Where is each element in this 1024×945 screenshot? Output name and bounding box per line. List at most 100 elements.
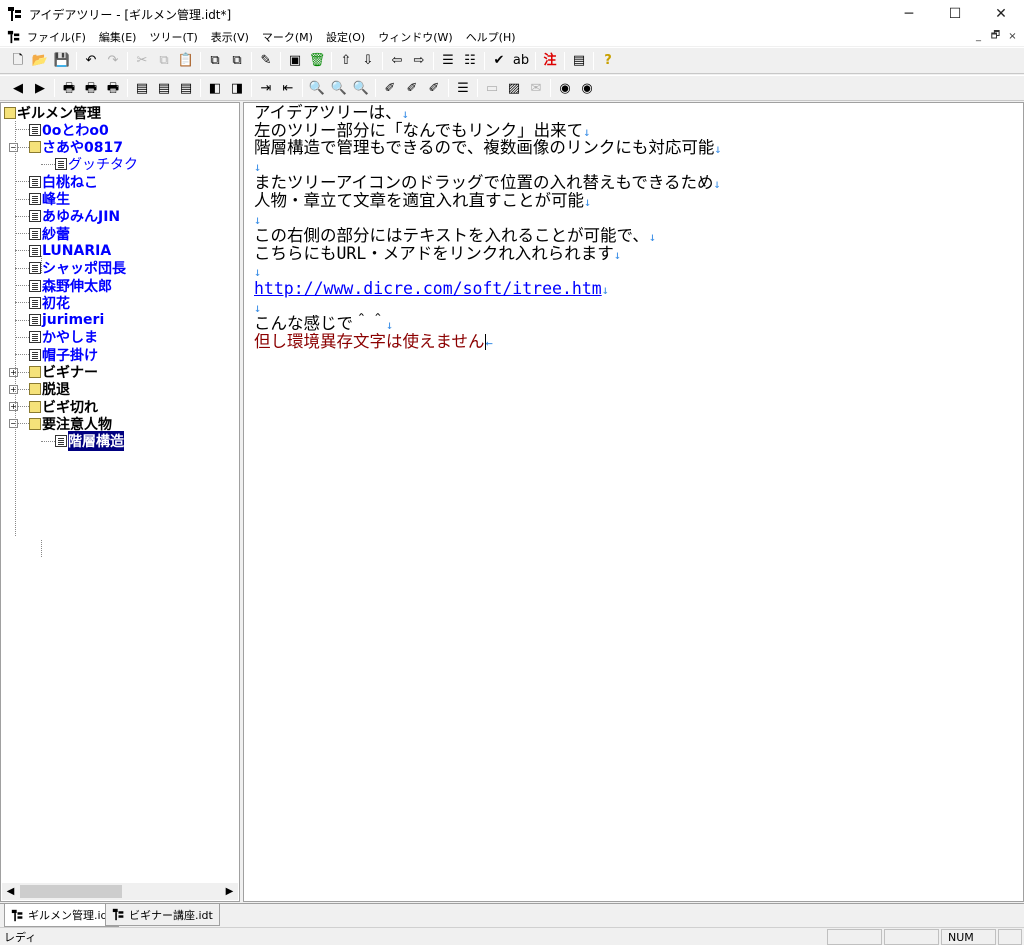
search-prev-icon[interactable]: 🔍 (350, 77, 372, 99)
move-right-icon[interactable]: ⇨ (408, 50, 430, 72)
web-link-icon[interactable]: ◉ (576, 77, 598, 99)
scroll-left-icon[interactable]: ◀ (2, 883, 19, 900)
search-next-icon[interactable]: 🔍 (328, 77, 350, 99)
tree-node[interactable]: 帽子掛け (29, 346, 98, 364)
window-icon[interactable]: ▤ (568, 50, 590, 72)
document-icon (29, 123, 41, 136)
menu-file[interactable]: ファイル(F) (27, 29, 86, 45)
menu-tree[interactable]: ツリー(T) (149, 29, 197, 45)
mdi-close-button[interactable]: × (1005, 29, 1020, 43)
menu-settings[interactable]: 設定(O) (326, 29, 365, 45)
menu-window[interactable]: ウィンドウ(W) (378, 29, 452, 45)
forward-icon[interactable]: ▶ (29, 77, 51, 99)
tree-node[interactable]: 森野伸太郎 (29, 277, 112, 295)
app-icon[interactable] (7, 6, 23, 22)
save-icon[interactable]: 💾 (51, 50, 73, 72)
tree-node[interactable]: ビギナー (29, 364, 98, 381)
tree-expander[interactable]: − (9, 419, 18, 429)
url-link[interactable]: http://www.dicre.com/soft/itree.htm (254, 279, 602, 298)
tree-node[interactable]: jurimeri (29, 312, 104, 329)
tree-expander[interactable]: + (9, 367, 18, 377)
cut-icon[interactable]: ✂ (131, 50, 153, 72)
menu-mark[interactable]: マーク(M) (262, 29, 313, 45)
tree-node[interactable]: 脱退 (29, 381, 70, 398)
layout-vertical-icon[interactable]: ◨ (226, 77, 248, 99)
close-button[interactable]: ✕ (978, 0, 1024, 28)
tree-node[interactable]: 初花 (29, 294, 70, 312)
search-icon[interactable]: 🔍 (306, 77, 328, 99)
view-tree-icon[interactable]: ▤ (131, 77, 153, 99)
print-preview-icon[interactable]: 🖶 (80, 77, 102, 99)
copy-node-icon[interactable]: ⧉ (204, 50, 226, 72)
paste-node-icon[interactable]: ⧉ (226, 50, 248, 72)
check-icon[interactable]: ✔ (488, 50, 510, 72)
strikethrough-icon[interactable]: ab (510, 50, 532, 72)
marker-b-icon[interactable]: ✐ (401, 77, 423, 99)
delete-node-icon[interactable]: 🗑 (306, 50, 328, 72)
tree-node[interactable]: 白桃ねこ (29, 173, 98, 191)
tree-expander[interactable]: + (9, 402, 18, 412)
tab-gilmen[interactable]: ギルメン管理.idt (4, 904, 119, 927)
minimize-button[interactable]: ─ (886, 0, 932, 28)
editor-text: アイデアツリーは、 (254, 103, 402, 122)
layout-horizontal-icon[interactable]: ◧ (204, 77, 226, 99)
move-left-icon[interactable]: ⇦ (386, 50, 408, 72)
menu-help[interactable]: ヘルプ(H) (466, 29, 516, 45)
insert-node-icon[interactable]: ▣ (284, 50, 306, 72)
tree-horizontal-scrollbar[interactable]: ◀ ▶ (2, 883, 238, 900)
tree-node[interactable]: 0oとわo0 (29, 121, 109, 139)
edit-node-icon[interactable]: ✎ (255, 50, 277, 72)
move-down-icon[interactable]: ⇩ (357, 50, 379, 72)
tree-expand-icon[interactable]: ☷ (459, 50, 481, 72)
redo-icon[interactable]: ↷ (102, 50, 124, 72)
print-icon[interactable]: 🖶 (58, 77, 80, 99)
tree-node[interactable]: シャッポ団長 (29, 260, 126, 277)
tree-node[interactable]: ビギ切れ (29, 398, 98, 416)
menu-edit[interactable]: 編集(E) (99, 29, 137, 45)
mdi-minimize-button[interactable]: _ (971, 29, 986, 43)
tree-node[interactable]: 要注意人物 (29, 415, 112, 433)
scroll-right-icon[interactable]: ▶ (221, 883, 238, 900)
tree-list-icon[interactable]: ☰ (452, 77, 474, 99)
tree-expander[interactable]: + (9, 384, 18, 394)
tree-node[interactable]: 峰生 (29, 191, 70, 208)
maximize-button[interactable]: ☐ (932, 0, 978, 28)
text-editor[interactable]: アイデアツリーは、↓ 左のツリー部分に「なんでもリンク」出来て↓ 階層構造で管理もで… (243, 102, 1024, 902)
scroll-thumb[interactable] (20, 885, 122, 898)
new-file-icon[interactable]: 🗋 (7, 50, 29, 72)
tree-node[interactable]: グッチタク (55, 156, 138, 173)
back-icon[interactable]: ◀ (7, 77, 29, 99)
export-icon[interactable]: ⇤ (277, 77, 299, 99)
document-window-icon[interactable] (7, 30, 21, 44)
paste-icon[interactable]: 📋 (175, 50, 197, 72)
tree-node[interactable]: 紗蕾 (29, 225, 70, 243)
image-icon[interactable]: ▨ (503, 77, 525, 99)
print-setup-icon[interactable]: 🖶 (102, 77, 124, 99)
menu-view[interactable]: 表示(V) (211, 29, 249, 45)
import-icon[interactable]: ⇥ (255, 77, 277, 99)
marker-c-icon[interactable]: ✐ (423, 77, 445, 99)
move-up-icon[interactable]: ⇧ (335, 50, 357, 72)
mdi-restore-button[interactable]: 🗗 (988, 29, 1003, 43)
open-folder-icon[interactable]: 📂 (29, 50, 51, 72)
tree-node[interactable]: 階層構造 (55, 431, 124, 452)
note-mark-icon[interactable]: 注 (539, 50, 561, 72)
view-text-icon[interactable]: ▤ (153, 77, 175, 99)
window-title: アイデアツリー - [ギルメン管理.idt*] (29, 7, 232, 22)
view-split-icon[interactable]: ▤ (175, 77, 197, 99)
copy-icon[interactable]: ⧉ (153, 50, 175, 72)
undo-icon[interactable]: ↶ (80, 50, 102, 72)
tree-node[interactable]: さあや0817 (29, 139, 123, 156)
marker-a-icon[interactable]: ✐ (379, 77, 401, 99)
tab-beginner[interactable]: ビギナー講座.idt (105, 904, 220, 926)
mail-icon[interactable]: ✉ (525, 77, 547, 99)
tree-pane[interactable]: ギルメン管理 0oとわo0 − さあや0817 グッチタク 白桃ねこ 峰生 あゆみんJIN 紗蕾… (0, 102, 240, 902)
camera-icon[interactable]: ▭ (481, 77, 503, 99)
tree-level-icon[interactable]: ☰ (437, 50, 459, 72)
tree-node[interactable]: かやしま (29, 329, 98, 346)
help-icon[interactable]: ? (597, 50, 619, 72)
tree-node[interactable]: あゆみんJIN (29, 208, 120, 225)
tree-expander[interactable]: − (9, 142, 18, 152)
tree-node[interactable]: ギルメン管理 (4, 104, 101, 122)
globe-icon[interactable]: ◉ (554, 77, 576, 99)
